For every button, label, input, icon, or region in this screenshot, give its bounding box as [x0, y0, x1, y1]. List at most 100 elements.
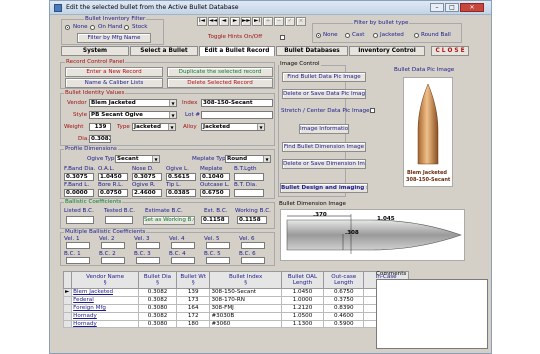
mbc-bc-field[interactable] — [206, 257, 230, 264]
table-row[interactable]: ► Blem Jacketed 0.3082 139 308-150-Secant 1.0… — [62, 288, 409, 297]
mbc-vel-field[interactable] — [206, 242, 230, 249]
name-caliber-lists-button[interactable]: Name & Caliber Lists — [65, 78, 163, 88]
table-row[interactable]: Hornady0.3082172#3030B1.05000.46000.5900 — [62, 311, 409, 321]
type-cast-radio[interactable] — [345, 33, 350, 38]
table-cell: 0.3080 — [138, 303, 177, 313]
est-bc-field[interactable]: 0.1158 — [201, 216, 229, 224]
toggle-hints-checkbox[interactable] — [280, 35, 285, 40]
meplate-type-select[interactable]: Round ▼ — [225, 155, 271, 163]
nav-confirm-button[interactable]: ✓ — [285, 17, 295, 26]
ogive-type-select[interactable]: Secant ▼ — [115, 155, 160, 163]
minimize-button[interactable]: – — [430, 3, 444, 12]
mbc-vel-field[interactable] — [101, 242, 125, 249]
profile-field[interactable]: 0.3075 — [64, 173, 94, 181]
mbc-vel-field[interactable] — [66, 242, 90, 249]
row-selector[interactable] — [62, 303, 73, 313]
tab-select-bullet[interactable]: Select a Bullet — [130, 46, 198, 56]
find-pic-image-button[interactable]: Find Bullet Data Pic Image — [282, 72, 366, 82]
delete-save-dimension-button[interactable]: Delete or Save Dimension Image — [282, 159, 366, 169]
dia-field[interactable]: 0.3082 — [89, 135, 111, 143]
tab-system[interactable]: System — [61, 46, 129, 56]
find-dimension-image-button[interactable]: Find Bullet Dimension Image — [282, 142, 366, 152]
mbc-bc-field[interactable] — [241, 257, 265, 264]
row-selector[interactable] — [62, 311, 73, 321]
profile-field[interactable]: 0.5615 — [166, 173, 196, 181]
column-header[interactable]: Bullet Index § — [209, 271, 282, 289]
profile-field[interactable]: 0.1040 — [200, 173, 230, 181]
listed-bc-field[interactable] — [66, 216, 94, 224]
type-none-radio[interactable] — [316, 33, 321, 38]
column-header[interactable]: Bullet OAL Length — [280, 271, 325, 289]
set-working-bc-button[interactable]: Set as Working B.C. — [143, 216, 195, 225]
nav-next-page-button[interactable]: ►► — [241, 17, 251, 26]
close-button[interactable]: C L O S E — [431, 46, 469, 56]
type-roundball-radio[interactable] — [414, 33, 419, 38]
type-jacketed-radio[interactable] — [373, 33, 378, 38]
table-row[interactable]: Foreign Mfg0.3080164308-FMJ1.21200.83900… — [62, 303, 409, 313]
lot-field[interactable] — [201, 111, 273, 119]
column-header[interactable]: Out-case Length — [323, 271, 365, 289]
table-cell: 1.2120 — [280, 303, 325, 313]
inventory-none-radio[interactable] — [65, 25, 70, 30]
filter-by-mfg-button[interactable]: Filter by Mfg Name — [77, 33, 151, 43]
profile-field[interactable]: 1.0450 — [98, 173, 128, 181]
profile-field[interactable]: 0.6750 — [200, 189, 230, 197]
mbc-bc-field[interactable] — [136, 257, 160, 264]
nav-last-button[interactable]: ►I — [252, 17, 262, 26]
stretch-center-checkbox[interactable] — [370, 108, 375, 113]
alloy-select[interactable]: Jacketed ▼ — [201, 123, 265, 131]
index-label: Index — [182, 100, 198, 106]
image-information-button[interactable]: Image Information — [299, 124, 349, 134]
index-field[interactable]: 308-150-Secant — [201, 99, 273, 107]
close-window-button[interactable]: ✕ — [460, 3, 484, 12]
delete-record-button[interactable]: Delete Selected Record — [167, 78, 273, 88]
working-bc-field[interactable]: 0.1158 — [237, 216, 267, 224]
column-header[interactable]: Bullet Dia § — [138, 271, 177, 289]
profile-field[interactable]: 0.3075 — [132, 173, 162, 181]
profile-field[interactable]: 0.0750 — [98, 189, 128, 197]
column-header[interactable]: Bullet Wt § — [175, 271, 211, 289]
maximize-button[interactable]: □ — [445, 3, 459, 12]
tested-bc-field[interactable] — [105, 216, 133, 224]
profile-field[interactable]: 2.4600 — [132, 189, 162, 197]
nav-prev-button[interactable]: ◄ — [219, 17, 229, 26]
enter-new-record-button[interactable]: Enter a New Record — [65, 67, 163, 77]
tab-inventory-control[interactable]: Inventory Control — [349, 46, 425, 56]
weight-field[interactable]: 139 — [89, 123, 111, 131]
nav-add-button[interactable]: + — [263, 17, 273, 26]
design-software-button[interactable]: Bullet Design and imaging software — [280, 183, 368, 193]
nav-next-button[interactable]: ► — [230, 17, 240, 26]
nav-cancel-button[interactable]: × — [296, 17, 306, 26]
nav-first-button[interactable]: I◄ — [197, 17, 207, 26]
mbc-bc-field[interactable] — [66, 257, 90, 264]
inventory-stock-radio[interactable] — [124, 25, 129, 30]
nav-delete-button[interactable]: − — [274, 17, 284, 26]
table-row[interactable]: Federal0.3082173308-170-RN1.00000.37500.… — [62, 295, 409, 305]
row-selector[interactable] — [62, 295, 73, 305]
nav-prev-page-button[interactable]: ◄◄ — [208, 17, 218, 26]
style-select[interactable]: PB Secant Ogive ▼ — [89, 111, 177, 119]
mbc-bc-field[interactable] — [101, 257, 125, 264]
duplicate-record-button[interactable]: Duplicate the selected record — [167, 67, 273, 77]
profile-field[interactable] — [234, 173, 264, 181]
delete-save-pic-button[interactable]: Delete or Save Data Pic Image — [282, 89, 366, 99]
row-selector[interactable]: ► — [62, 288, 73, 297]
table-row[interactable]: Hornady0.3080180#30601.13000.59000.5400 — [62, 319, 409, 329]
profile-field[interactable] — [234, 189, 264, 197]
comments-textarea[interactable] — [376, 279, 488, 349]
mbc-vel-field[interactable] — [136, 242, 160, 249]
bullet-pic-image: Blem Jacketed 308-150-Secant — [403, 77, 453, 187]
profile-field[interactable]: 0.0385 — [166, 189, 196, 197]
row-selector[interactable] — [62, 319, 73, 329]
mbc-vel-field[interactable] — [241, 242, 265, 249]
table-cell: 0.8390 — [323, 303, 365, 313]
vendor-select[interactable]: Blem Jacketed ▼ — [89, 99, 177, 107]
column-header[interactable]: Vendor Name § — [71, 271, 140, 289]
tab-edit-bullet[interactable]: Edit a Bullet Record — [199, 46, 275, 56]
type-select[interactable]: Jacketed ▼ — [132, 123, 176, 131]
mbc-vel-field[interactable] — [171, 242, 195, 249]
mbc-bc-field[interactable] — [171, 257, 195, 264]
inventory-onhand-radio[interactable] — [90, 25, 95, 30]
tab-bullet-databases[interactable]: Bullet Databases — [276, 46, 348, 56]
profile-field[interactable]: 0.0000 — [64, 189, 94, 197]
